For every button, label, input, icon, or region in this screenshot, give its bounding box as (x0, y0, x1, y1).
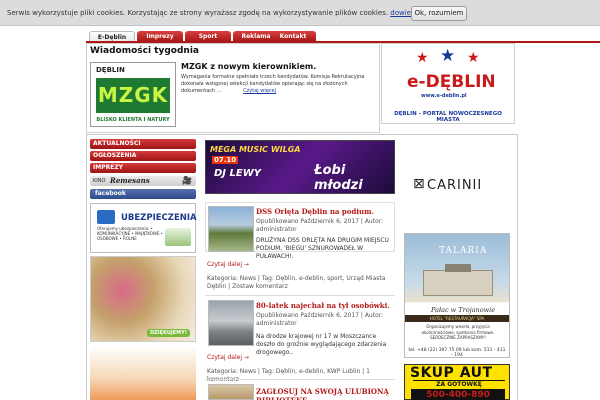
news-week-read-more[interactable]: Czytaj więcej (243, 88, 276, 94)
post-read-more[interactable]: Czytaj dalej → (207, 354, 249, 361)
star-icon: ★ (416, 50, 429, 66)
ad-peach-banner[interactable] (90, 346, 196, 400)
cookie-text: Serwis wykorzystuje pliki cookies. Korzy… (7, 9, 458, 17)
site-logo-brand: e-DĘBLIN (407, 72, 496, 92)
ad-insurance-title: UBEZPIECZENIA (121, 213, 197, 223)
post-thumbnail[interactable] (208, 206, 254, 252)
ad-palace[interactable]: TALARIA Pałac w Trojanowie HOTEL "RESTAU… (404, 233, 510, 358)
mzgk-logo-slogan: BLISKO KLIENTA I NATURY (96, 117, 170, 123)
post-meta: Opublikowano Październik 6, 2017 | Autor… (256, 218, 384, 233)
post-item: DSS Orlęta Dęblin na podium. Opublikowan… (205, 203, 395, 298)
post-separator (205, 379, 395, 380)
banner-date: 07.10 (212, 156, 239, 164)
sidebar-item-aktualnosci[interactable]: AKTUALNOŚCI (90, 139, 196, 149)
banner-band: Łobi młodzi (314, 163, 363, 193)
post-item: ZAGŁOSUJ NA SWOJĄ ULUBIONĄ BIBLIOTEKĘ (205, 384, 395, 400)
banner-title: MEGA MUSIC WILGA (210, 145, 301, 154)
ad-insurance-list: Oferujemy ubezpieczenia: • KOMUNIKACYJNE… (97, 226, 163, 241)
kino-label: KINO (93, 178, 106, 184)
post-thumbnail[interactable] (208, 384, 254, 400)
skup-title: SKUP AUT (410, 365, 493, 381)
palace-building-icon (423, 270, 493, 296)
site-logo[interactable]: ★ ★ ★ e-DĘBLIN www.e-deblin.pl DĘBLIN - … (381, 43, 515, 124)
ad-carinii[interactable]: ⊠ CARINII (405, 145, 510, 227)
skup-subtitle: ZA GOTÓWKĘ (413, 380, 505, 388)
palace-info: Organizujemy wesela, przyjęcia okoliczno… (421, 324, 495, 340)
news-week-title[interactable]: MZGK z nowym kierownikiem. (181, 62, 316, 71)
news-of-week: Wiadomości tygodnia DĘBLIN MZGK BLISKO K… (86, 43, 380, 133)
cookie-accept-button[interactable]: Ok, rozumiem (411, 6, 467, 21)
ad-flowers-thanks: DZIĘKUJEMY! (147, 329, 191, 337)
sidebar-item-kino[interactable]: KINO Remesans 🎥 (90, 176, 196, 186)
post-categories: Kategoria: News | Tag: Dęblin, e-deblin,… (207, 275, 386, 290)
banner-dj: DJ LEWY (214, 168, 261, 179)
sidebar-item-ogloszenia[interactable]: OGŁOSZENIA (90, 151, 196, 161)
mzgk-logo[interactable]: DĘBLIN MZGK BLISKO KLIENTA I NATURY (90, 62, 176, 127)
camera-icon: 🎥 (182, 176, 192, 185)
cookie-bar: Serwis wykorzystuje pliki cookies. Korzy… (0, 0, 600, 26)
post-thumbnail[interactable] (208, 300, 254, 346)
post-title[interactable]: DSS Orlęta Dęblin na podium. (256, 207, 394, 216)
facebook-button[interactable]: facebook (90, 189, 196, 199)
post-title[interactable]: ZAGŁOSUJ NA SWOJĄ ULUBIONĄ BIBLIOTEKĘ (256, 387, 394, 400)
palace-phone: tel. +48 (22) 397 75 09 lub kom. 511 - 4… (408, 348, 506, 358)
cookie-message: Serwis wykorzystuje pliki cookies. Korzy… (7, 9, 389, 17)
insurance-badge-icon (165, 228, 191, 246)
carinii-logo-icon: ⊠ (413, 176, 425, 192)
site-logo-url: www.e-deblin.pl (421, 93, 467, 99)
ad-music-banner[interactable]: MEGA MUSIC WILGA 07.10 DJ LEWY Łobi młod… (205, 140, 395, 194)
post-item: 80-latek najechał na tył osobówki. Opubl… (205, 298, 395, 383)
kino-brand: Remesans (110, 176, 150, 185)
mzgk-logo-text: MZGK (96, 78, 170, 113)
post-excerpt: Na drodze krajowej nr 17 w Moszczance do… (256, 333, 387, 356)
post-read-more[interactable]: Czytaj dalej → (207, 261, 249, 268)
skup-phone: 500-400-890 (411, 389, 505, 400)
post-separator (205, 295, 395, 296)
post-excerpt: DRUŻYNA DSS ORLĘTA NA DRUGIM MIEJSCU POD… (256, 237, 389, 260)
star-icon: ★ (467, 50, 480, 66)
ad-carinii-brand: CARINII (427, 178, 483, 193)
insurance-logo-icon (97, 210, 115, 224)
sidebar-item-imprezy[interactable]: IMPREZY (90, 163, 196, 173)
post-title[interactable]: 80-latek najechał na tył osobówki. (256, 301, 394, 310)
palace-name: Pałac w Trojanowie (431, 306, 496, 314)
palace-roof-icon (445, 264, 471, 272)
ad-car-buyout[interactable]: SKUP AUT ZA GOTÓWKĘ 500-400-890 (404, 364, 510, 400)
news-week-desc: Wymagania formalne spełniało trzech kand… (181, 74, 377, 95)
ad-insurance[interactable]: UBEZPIECZENIA Oferujemy ubezpieczenia: •… (90, 203, 197, 253)
star-icon: ★ (440, 46, 456, 66)
site-tagline: DĘBLIN - PORTAL NOWOCZESNEGO MIASTA (394, 111, 502, 123)
mzgk-logo-city: DĘBLIN (96, 66, 125, 74)
ad-flowers[interactable]: DZIĘKUJEMY! (90, 256, 196, 342)
post-categories: Kategoria: News | Tag: Dęblin, e-deblin,… (207, 368, 370, 383)
palace-brand: TALARIA (439, 246, 488, 256)
palace-bar: HOTEL "RESTAURACJA" SPA (405, 315, 509, 322)
news-week-heading: Wiadomości tygodnia (90, 46, 199, 56)
post-meta: Opublikowano Październik 6, 2017 | Autor… (256, 312, 384, 327)
